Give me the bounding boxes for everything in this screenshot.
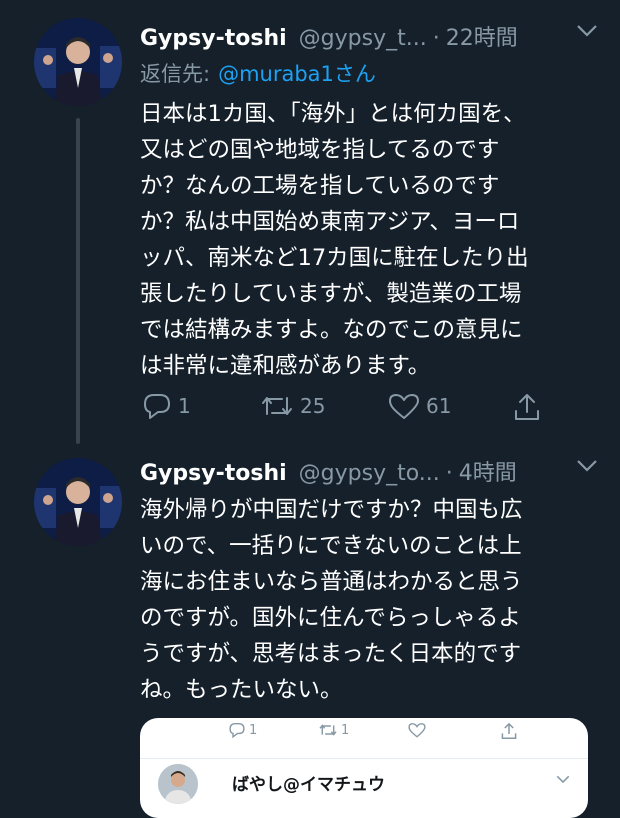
tweet-text-line: 海にお住まいなら普通はわかると思う (140, 569, 523, 595)
chevron-down-icon (556, 772, 570, 788)
embedded-divider (140, 758, 588, 759)
tweet-2[interactable]: Gypsy-toshi @gypsy_to... · 4時間 海外帰りが中国だけ… (0, 0, 620, 818)
tweet-text: 海外帰りが中国だけですか？中国も広 いので、一括りにできないのことは上 海にお住… (140, 492, 590, 708)
embedded-reply-count: 1 (249, 722, 258, 738)
tweet-header: Gypsy-toshi @gypsy_to... · 4時間 (140, 455, 600, 487)
author-handle[interactable]: @gypsy_to... (299, 461, 440, 486)
tweet-timestamp[interactable]: 4時間 (459, 455, 517, 487)
heart-icon (408, 723, 426, 738)
embedded-author-name: ばやし@イマチュウ (232, 775, 385, 795)
share-icon (501, 722, 517, 739)
chevron-down-icon[interactable] (576, 457, 598, 478)
embedded-like-button (408, 722, 426, 738)
tweet-text-line: 海外帰りが中国だけですか？中国も広 (140, 497, 523, 523)
tweet-text-line: いので、一括りにできないのことは上 (140, 533, 522, 559)
embedded-retweet-button: 1 (318, 722, 349, 738)
embedded-retweet-count: 1 (341, 722, 350, 738)
embedded-avatar (158, 764, 198, 804)
tweet-text-line: うですが、思考はまったく日本的です (140, 641, 522, 667)
person-portrait-avatar-icon (34, 458, 122, 546)
embedded-reply-button: 1 (228, 722, 257, 738)
embedded-image-card[interactable]: 1 1 ばやし@イマチュウ (140, 718, 588, 818)
tweet-text-line: ね。もったいない。 (140, 677, 343, 703)
author-name[interactable]: Gypsy-toshi (140, 461, 287, 486)
avatar[interactable] (34, 458, 122, 546)
person-avatar-icon (158, 764, 198, 804)
embedded-tweet-actions: 1 1 (140, 722, 588, 748)
reply-icon (229, 723, 245, 738)
tweet-text-line: のですが。国外に住んでらっしゃるよ (140, 605, 521, 631)
separator-dot: · (445, 461, 453, 486)
embedded-share-button (500, 722, 518, 740)
retweet-icon (319, 724, 337, 736)
